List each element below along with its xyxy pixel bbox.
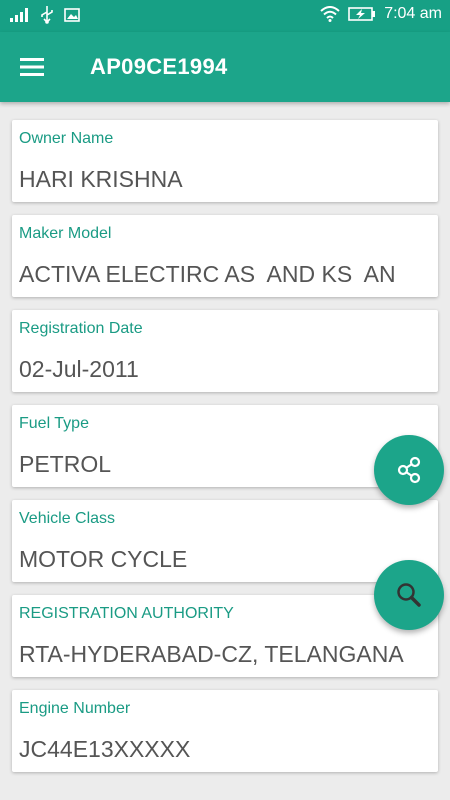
registration-date-value: 02-Jul-2011 [19, 356, 139, 382]
vehicle-class-value: MOTOR CYCLE [19, 546, 188, 572]
status-bar: 7:04 am [0, 0, 450, 32]
owner-name-value: HARI KRISHNA [19, 166, 183, 192]
maker-model-label: Maker Model [19, 225, 112, 242]
usb-icon [41, 6, 53, 24]
maker-model-value: ACTIVA ELECTIRC AS AND KS AN [19, 261, 396, 287]
owner-name-label: Owner Name [19, 130, 114, 147]
app-toolbar: AP09CE1994 [0, 32, 450, 102]
registration-date-card: Registration Date 02-Jul-2011 [12, 310, 438, 392]
engine-number-value: JC44E13XXXXX [19, 736, 191, 762]
vehicle-class-label: Vehicle Class [19, 510, 116, 527]
engine-number-card: Engine Number JC44E13XXXXX [12, 690, 438, 772]
page-title: AP09CE1994 [90, 54, 228, 79]
signal-icon [10, 8, 28, 22]
vehicle-class-card: Vehicle Class MOTOR CYCLE [12, 500, 438, 582]
registration-authority-label: REGISTRATION AUTHORITY [19, 605, 234, 622]
registration-authority-value: RTA-HYDERABAD-CZ, TELANGANA [19, 641, 404, 667]
wifi-icon [320, 6, 340, 22]
registration-authority-card: REGISTRATION AUTHORITY RTA-HYDERABAD-CZ,… [12, 595, 438, 677]
registration-date-label: Registration Date [19, 320, 143, 337]
search-button[interactable] [374, 560, 444, 630]
owner-name-card: Owner Name HARI KRISHNA [12, 120, 438, 202]
share-button[interactable] [374, 435, 444, 505]
fuel-type-value: PETROL [19, 451, 112, 477]
image-icon [64, 8, 80, 22]
share-icon [397, 456, 421, 484]
maker-model-card: Maker Model ACTIVA ELECTIRC AS AND KS AN [12, 215, 438, 297]
search-icon [397, 583, 421, 607]
fuel-type-label: Fuel Type [19, 415, 89, 432]
status-time: 7:04 am [384, 5, 442, 22]
battery-charging-icon [348, 7, 376, 21]
engine-number-label: Engine Number [19, 700, 131, 717]
hamburger-menu-icon[interactable] [20, 54, 50, 80]
